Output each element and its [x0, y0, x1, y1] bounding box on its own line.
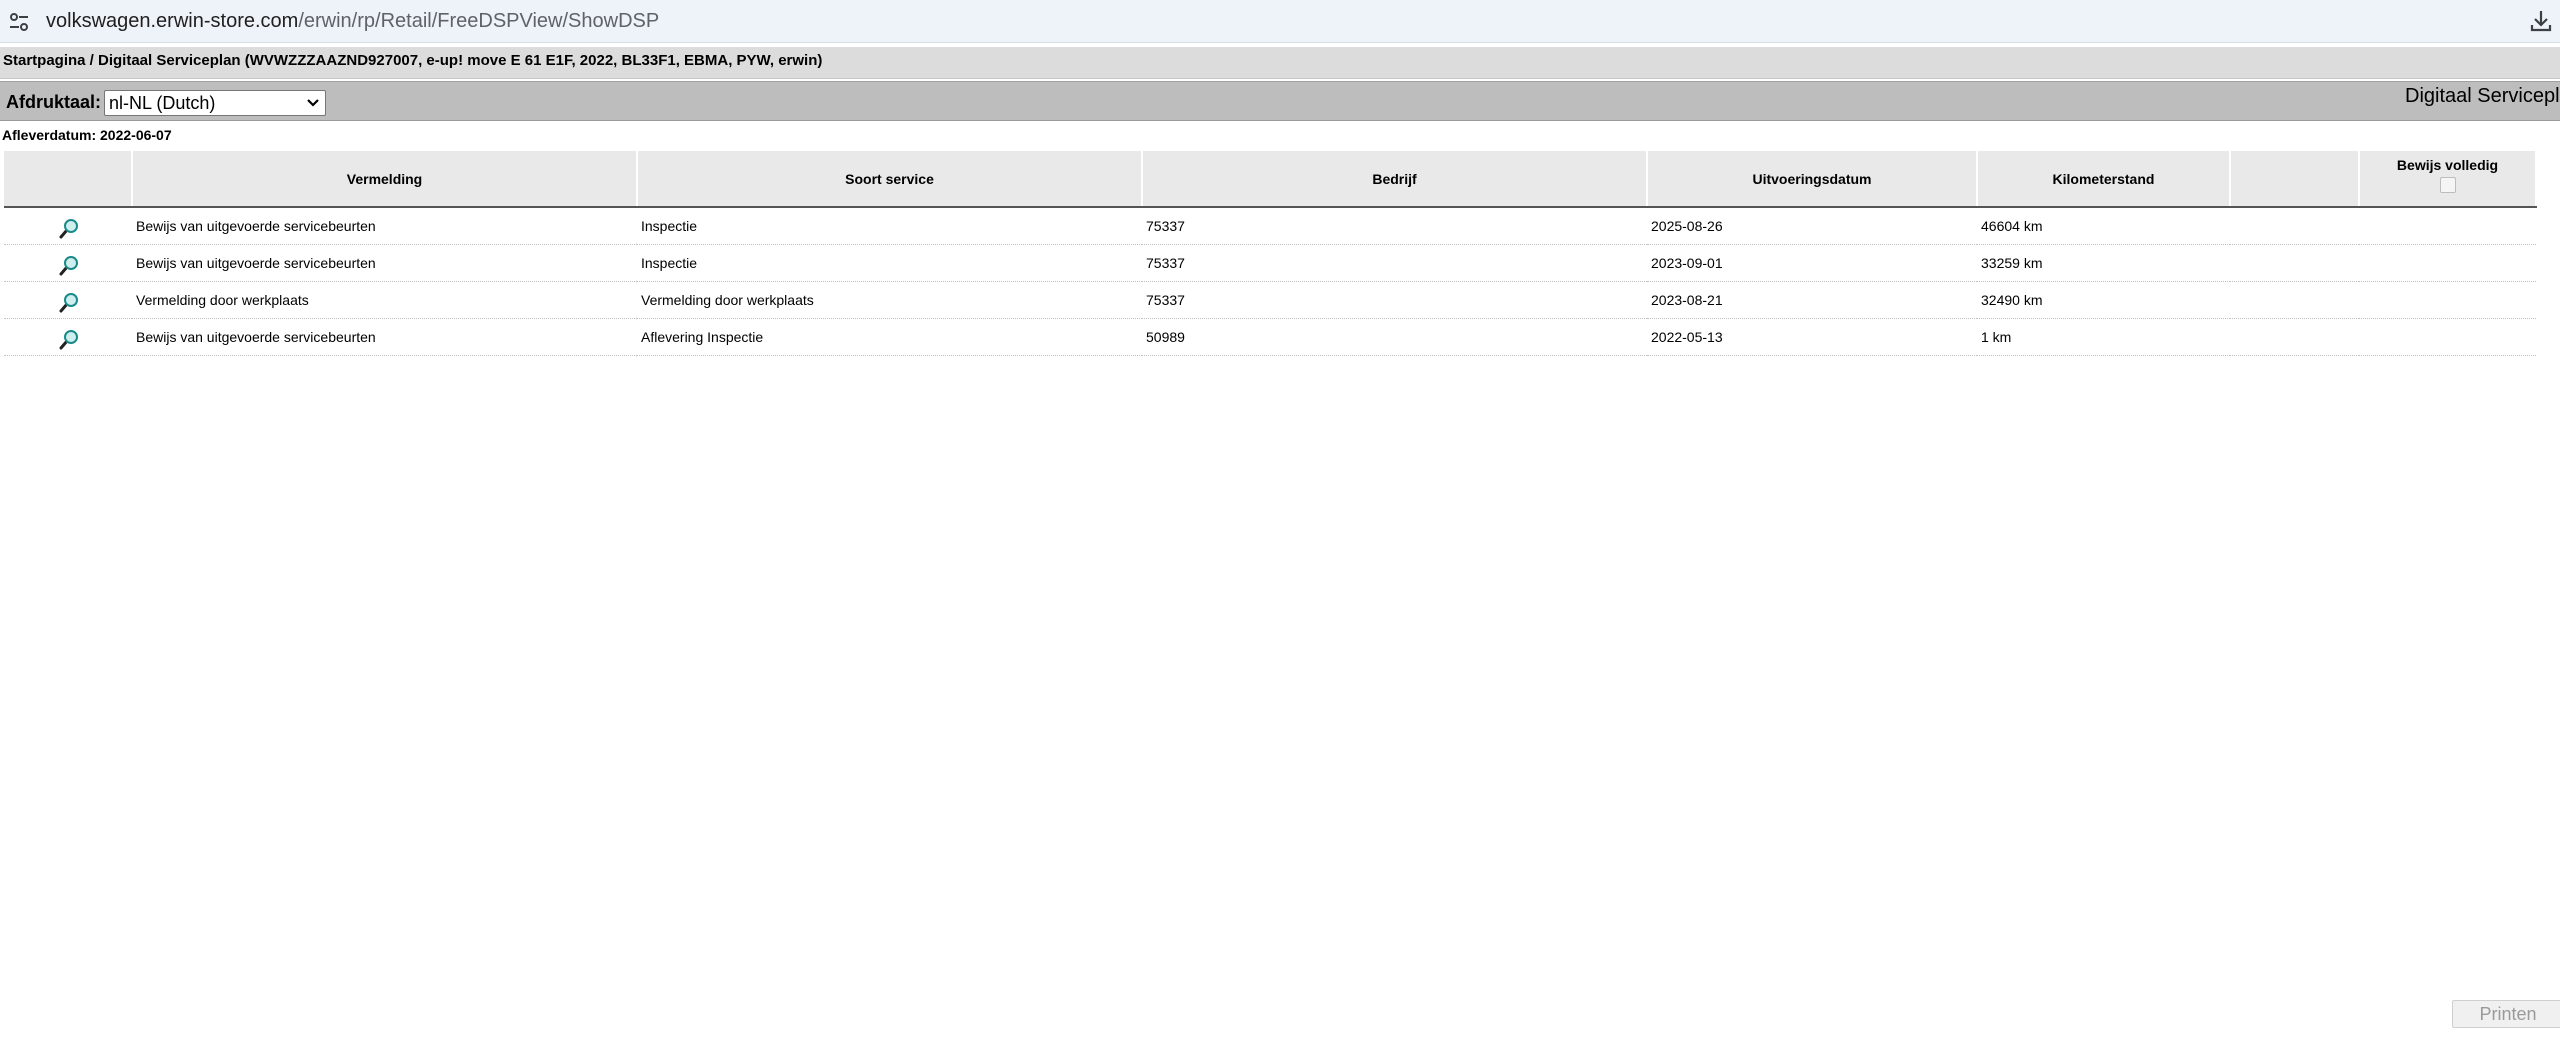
cell-empty [2230, 244, 2359, 282]
column-header-bewijs-volledig: Bewijs volledig [2359, 151, 2537, 208]
cell-empty [2230, 281, 2359, 319]
table-row[interactable]: Vermelding door werkplaats Vermelding do… [4, 281, 2536, 319]
column-header-vermelding: Vermelding [132, 151, 638, 208]
download-icon[interactable] [2528, 8, 2554, 34]
print-language-value: nl-NL (Dutch) [109, 92, 216, 113]
cell-kilometerstand: 46604 km [1977, 207, 2230, 245]
print-language-select[interactable]: nl-NL (Dutch) [104, 90, 326, 116]
cell-bewijs [2359, 207, 2536, 245]
view-cell[interactable] [4, 318, 132, 356]
bewijs-volledig-label: Bewijs volledig [2396, 157, 2499, 173]
column-header-view [4, 151, 133, 208]
magnifier-icon[interactable] [56, 217, 80, 241]
cell-kilometerstand: 1 km [1977, 318, 2230, 356]
table-row[interactable]: Bewijs van uitgevoerde servicebeurten In… [4, 244, 2536, 282]
cell-uitvoeringsdatum: 2023-08-21 [1647, 281, 1977, 319]
cell-empty [2230, 318, 2359, 356]
view-cell[interactable] [4, 244, 132, 282]
cell-soort-service: Vermelding door werkplaats [637, 281, 1142, 319]
table-row[interactable]: Bewijs van uitgevoerde servicebeurten In… [4, 207, 2536, 245]
column-header-empty [2230, 151, 2360, 208]
url-path: /erwin/rp/Retail/FreeDSPView/ShowDSP [298, 10, 660, 32]
table-row[interactable]: Bewijs van uitgevoerde servicebeurten Af… [4, 318, 2536, 356]
cell-uitvoeringsdatum: 2025-08-26 [1647, 207, 1977, 245]
cell-vermelding: Bewijs van uitgevoerde servicebeurten [132, 207, 637, 245]
cell-bedrijf: 75337 [1142, 281, 1647, 319]
table-header-row: Vermelding Soort service Bedrijf Uitvoer… [4, 151, 2537, 208]
cell-bewijs [2359, 244, 2536, 282]
column-header-uitvoeringsdatum: Uitvoeringsdatum [1647, 151, 1978, 208]
print-language-label: Afdruktaal: [6, 92, 102, 112]
page-title: Digitaal Serviceplan [2405, 85, 2560, 107]
breadcrumb: Startpagina / Digitaal Serviceplan (WVWZ… [0, 47, 2560, 79]
cell-kilometerstand: 33259 km [1977, 244, 2230, 282]
cell-vermelding: Bewijs van uitgevoerde servicebeurten [132, 244, 637, 282]
url-field[interactable]: volkswagen.erwin-store.com/erwin/rp/Reta… [46, 8, 659, 34]
cell-bewijs [2359, 281, 2536, 319]
delivery-date: Afleverdatum: 2022-06-07 [2, 127, 172, 143]
cell-bedrijf: 75337 [1142, 244, 1647, 282]
site-settings-icon[interactable] [8, 12, 30, 32]
column-header-soort-service: Soort service [637, 151, 1143, 208]
service-history-table: Vermelding Soort service Bedrijf Uitvoer… [4, 151, 2537, 356]
cell-bewijs [2359, 318, 2536, 356]
cell-uitvoeringsdatum: 2023-09-01 [1647, 244, 1977, 282]
cell-bedrijf: 50989 [1142, 318, 1647, 356]
chevron-down-icon [307, 99, 319, 107]
print-language-toolbar: Afdruktaal: nl-NL (Dutch) Digitaal Servi… [0, 81, 2560, 121]
cell-soort-service: Inspectie [637, 244, 1142, 282]
print-button[interactable]: Printen [2452, 1000, 2560, 1028]
view-cell[interactable] [4, 207, 132, 245]
url-host: volkswagen.erwin-store.com [46, 10, 299, 32]
bewijs-volledig-checkbox[interactable] [2439, 177, 2456, 193]
cell-bedrijf: 75337 [1142, 207, 1647, 245]
magnifier-icon[interactable] [56, 254, 80, 278]
column-header-bedrijf: Bedrijf [1142, 151, 1648, 208]
cell-vermelding: Bewijs van uitgevoerde servicebeurten [132, 318, 637, 356]
cell-empty [2230, 207, 2359, 245]
cell-soort-service: Inspectie [637, 207, 1142, 245]
cell-soort-service: Aflevering Inspectie [637, 318, 1142, 356]
browser-address-bar: volkswagen.erwin-store.com/erwin/rp/Reta… [0, 0, 2560, 43]
cell-vermelding: Vermelding door werkplaats [132, 281, 637, 319]
view-cell[interactable] [4, 281, 132, 319]
magnifier-icon[interactable] [56, 328, 80, 352]
cell-uitvoeringsdatum: 2022-05-13 [1647, 318, 1977, 356]
magnifier-icon[interactable] [56, 291, 80, 315]
cell-kilometerstand: 32490 km [1977, 281, 2230, 319]
column-header-kilometerstand: Kilometerstand [1977, 151, 2231, 208]
